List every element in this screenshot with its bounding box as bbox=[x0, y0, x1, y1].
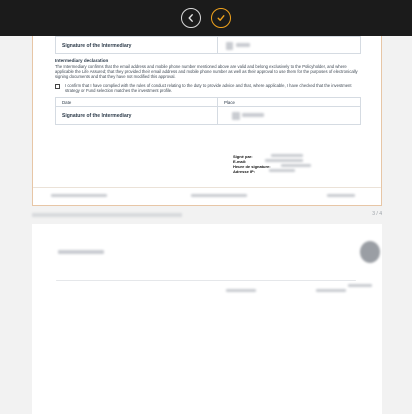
signature-image-bottom bbox=[218, 107, 360, 124]
confirm-text: I confirm that I have complied with the … bbox=[65, 82, 352, 93]
signature-row-bottom: Signature of the Intermediary bbox=[55, 107, 361, 126]
date-label: Date bbox=[56, 98, 218, 107]
document-page-3: Signature of the Intermediary Intermedia… bbox=[32, 20, 382, 206]
page-separator-bar: 3 / 4 bbox=[32, 211, 382, 221]
document-page-4 bbox=[32, 224, 382, 414]
confirm-checkbox[interactable] bbox=[55, 83, 60, 89]
ip-address-label: Adresse IP: bbox=[233, 169, 256, 174]
signature-intermediary-label: Signature of the Intermediary bbox=[56, 37, 218, 53]
declaration-text: The Intermediary confirms that the email… bbox=[55, 64, 358, 80]
check-icon bbox=[217, 15, 225, 21]
confirm-row: I confirm that I have complied with the … bbox=[55, 83, 361, 93]
signature-image-top bbox=[218, 37, 360, 53]
top-toolbar bbox=[0, 0, 412, 36]
declaration-title: Intermediary declaration bbox=[55, 58, 109, 63]
page-footer bbox=[33, 187, 381, 205]
page-counter: 3 / 4 bbox=[372, 211, 382, 217]
electronic-signature-block: Signé par: E-mail: Heure de signature: A… bbox=[233, 154, 271, 174]
date-place-header: Date Place bbox=[55, 97, 361, 108]
confirm-button[interactable] bbox=[211, 8, 231, 28]
place-label: Place bbox=[224, 100, 235, 106]
signature-intermediary-label-2: Signature of the Intermediary bbox=[56, 107, 218, 125]
chevron-left-icon bbox=[188, 14, 193, 22]
signature-row-top: Signature of the Intermediary bbox=[55, 36, 361, 54]
back-button[interactable] bbox=[181, 8, 201, 28]
